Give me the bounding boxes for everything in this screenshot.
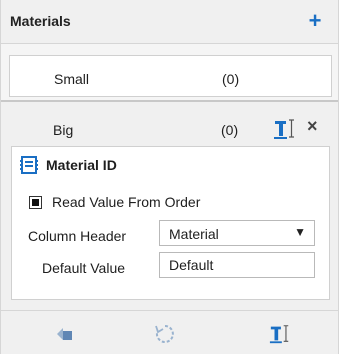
list-item-big[interactable]: Big (0) × Material ID Read Value From Or [1,100,338,310]
list-item-small[interactable]: Small (0) [9,55,332,97]
column-header-value: Material [169,226,219,242]
panel-title: Materials [10,13,71,29]
item-count: (0) [222,71,240,87]
column-header-label: Column Header [28,228,127,244]
refresh-icon[interactable] [153,323,177,345]
close-icon[interactable]: × [307,116,318,137]
column-header-select[interactable]: Material ▼ [159,220,315,246]
calendar-icon [20,156,38,174]
default-value-label: Default Value [42,260,126,276]
panel-footer [1,310,338,354]
read-value-checkbox[interactable] [29,196,42,209]
text-cursor-icon[interactable] [268,323,292,345]
item-name: Small [54,71,90,87]
item-name: Big [53,122,74,138]
material-id-detail: Material ID Read Value From Order Column… [11,146,330,300]
detail-title: Material ID [46,157,117,173]
add-material-button[interactable]: + [302,7,328,35]
read-value-label: Read Value From Order [52,194,201,210]
default-value-input[interactable] [159,252,315,278]
materials-panel: Materials + Small (0) Big (0) × Material… [0,0,339,354]
text-cursor-icon[interactable] [273,117,297,141]
chevron-down-icon: ▼ [294,225,306,239]
panel-header: Materials + [1,0,338,44]
item-count: (0) [221,122,239,138]
back-icon[interactable] [53,323,77,345]
